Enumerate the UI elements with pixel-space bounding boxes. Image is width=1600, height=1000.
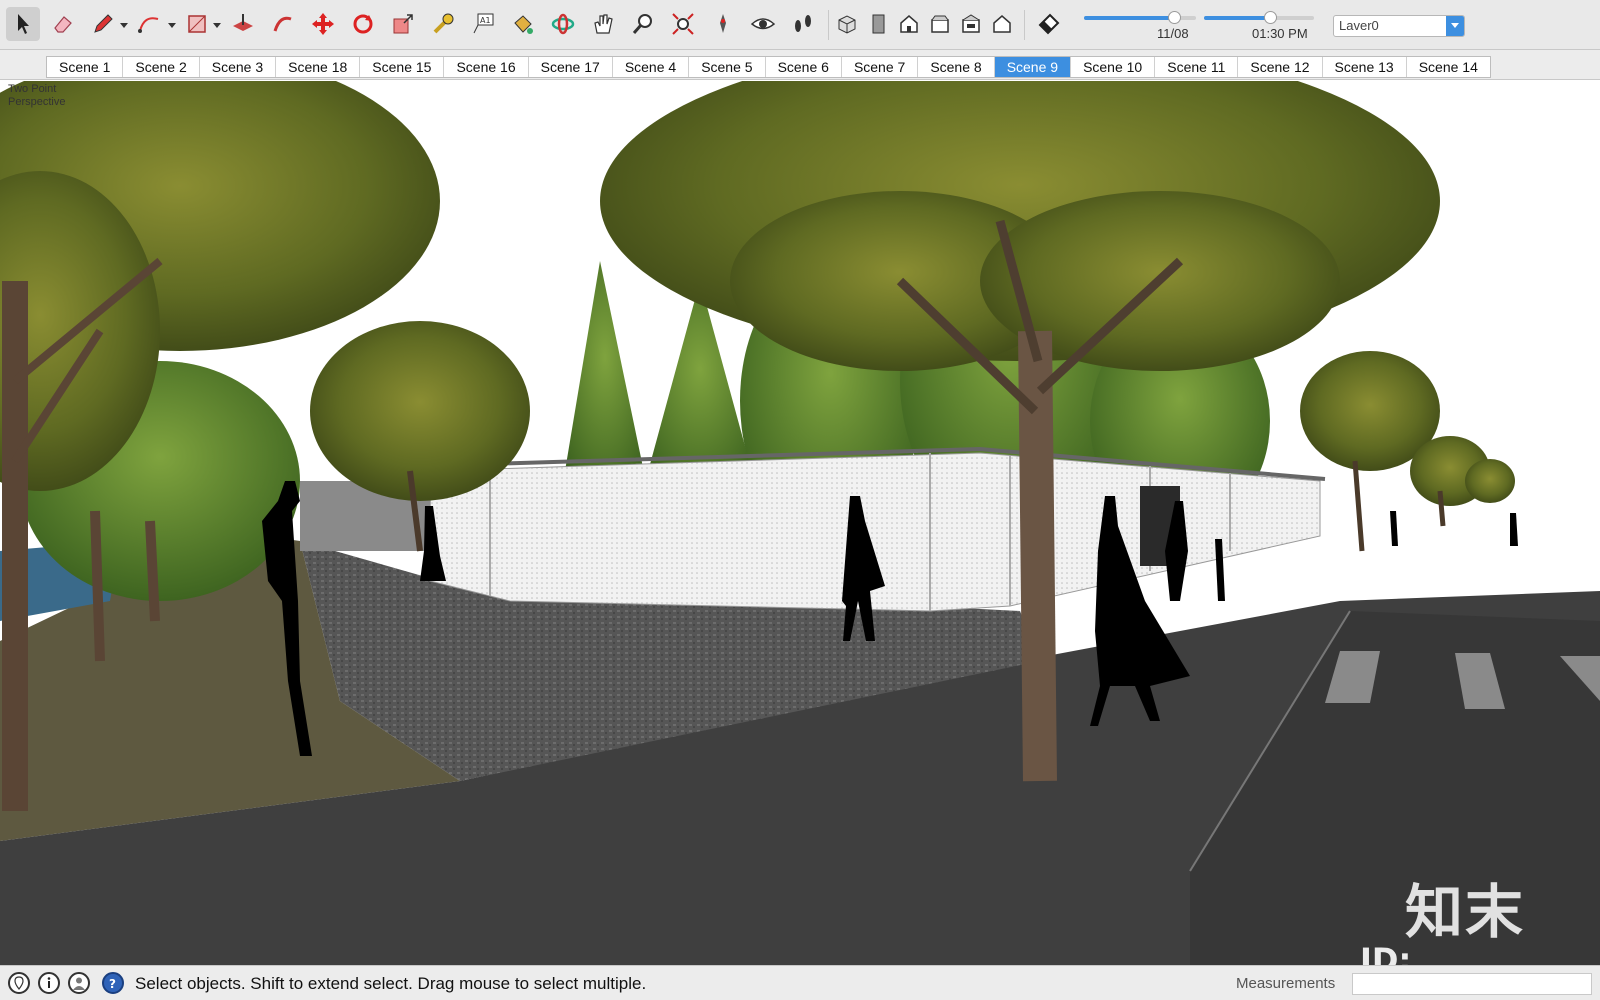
pencil-icon[interactable] bbox=[86, 7, 120, 41]
zoom-extents-icon[interactable] bbox=[666, 7, 700, 41]
walk-footprints-icon[interactable] bbox=[786, 7, 820, 41]
measurements-input[interactable] bbox=[1352, 973, 1592, 995]
model-viewport[interactable]: Two Point Perspective 知末 ID: 1179173361 bbox=[0, 81, 1600, 965]
position-camera-icon[interactable] bbox=[706, 7, 740, 41]
layer-select-value: Laver0 bbox=[1339, 18, 1379, 33]
toolbar-separator bbox=[828, 10, 829, 40]
scene-tab[interactable]: Scene 17 bbox=[529, 57, 613, 77]
scene-tab[interactable]: Scene 10 bbox=[1071, 57, 1156, 77]
pan-hand-icon[interactable] bbox=[586, 7, 620, 41]
zoom-icon[interactable] bbox=[626, 7, 660, 41]
measurements-label: Measurements bbox=[1236, 975, 1336, 992]
scene-tab[interactable]: Scene 14 bbox=[1407, 57, 1490, 77]
status-message: Select objects. Shift to extend select. … bbox=[135, 974, 647, 993]
tape-measure-icon[interactable] bbox=[426, 7, 460, 41]
scene-tab[interactable]: Scene 1 bbox=[47, 57, 124, 77]
date-slider-fill bbox=[1084, 16, 1174, 20]
arc-icon[interactable] bbox=[132, 7, 166, 41]
rotate-icon[interactable] bbox=[346, 7, 380, 41]
layer-select[interactable]: Laver0 bbox=[1333, 15, 1465, 37]
svg-text:A1: A1 bbox=[480, 16, 491, 25]
section-plane-icon[interactable] bbox=[1032, 7, 1066, 41]
scene-tab[interactable]: Scene 4 bbox=[613, 57, 690, 77]
toolbar-separator bbox=[1024, 10, 1025, 40]
push-pull-icon[interactable] bbox=[226, 7, 260, 41]
follow-me-icon[interactable] bbox=[266, 7, 300, 41]
toolbar: A1 11/08 01:30 PM Laver0 bbox=[0, 0, 1600, 50]
scene-tab-bar: Scene 1 Scene 2 Scene 3 Scene 18 Scene 15 Sce… bbox=[0, 50, 1600, 80]
chevron-down-icon[interactable] bbox=[213, 23, 221, 28]
text-icon[interactable]: A1 bbox=[466, 7, 500, 41]
time-slider-fill bbox=[1204, 16, 1270, 20]
scene-tabs: Scene 1 Scene 2 Scene 3 Scene 18 Scene 15 Sce… bbox=[46, 56, 1491, 78]
scene-tab[interactable]: Scene 9 bbox=[994, 57, 1072, 77]
geo-location-icon[interactable] bbox=[8, 972, 30, 994]
scene-tab[interactable]: Scene 11 bbox=[1155, 57, 1239, 77]
scene-render bbox=[0, 81, 1600, 965]
scene-tab[interactable]: Scene 2 bbox=[123, 57, 200, 77]
select-tool-icon[interactable] bbox=[6, 7, 40, 41]
scene-tab[interactable]: Scene 18 bbox=[276, 57, 361, 77]
user-account-icon[interactable] bbox=[68, 972, 90, 994]
front-view-house-icon[interactable] bbox=[894, 7, 924, 41]
svg-text:?: ? bbox=[109, 977, 116, 991]
time-slider-knob[interactable] bbox=[1264, 11, 1277, 24]
date-slider-knob[interactable] bbox=[1167, 11, 1181, 24]
rectangle-icon[interactable] bbox=[180, 7, 214, 41]
help-icon[interactable]: ? bbox=[102, 972, 124, 994]
scene-tab[interactable]: Scene 13 bbox=[1323, 57, 1407, 77]
status-bar: ? Select objects. Shift to extend select… bbox=[0, 965, 1600, 1000]
scene-tab[interactable]: Scene 8 bbox=[918, 57, 995, 77]
back-view-icon[interactable] bbox=[956, 7, 986, 41]
chevron-down-icon[interactable] bbox=[1446, 16, 1464, 36]
move-icon[interactable] bbox=[306, 7, 340, 41]
scene-tab[interactable]: Scene 12 bbox=[1238, 57, 1323, 77]
scene-tab[interactable]: Scene 3 bbox=[200, 57, 277, 77]
left-view-icon[interactable] bbox=[987, 7, 1017, 41]
shadow-date-slider[interactable] bbox=[1084, 11, 1196, 24]
scene-tab[interactable]: Scene 6 bbox=[766, 57, 842, 77]
date-label: 11/08 bbox=[1157, 26, 1189, 41]
orbit-icon[interactable] bbox=[546, 7, 580, 41]
look-around-eye-icon[interactable] bbox=[746, 7, 780, 41]
scene-tab[interactable]: Scene 7 bbox=[842, 57, 919, 77]
time-label: 01:30 PM bbox=[1252, 26, 1308, 41]
iso-view-icon[interactable] bbox=[832, 7, 862, 41]
right-view-icon[interactable] bbox=[925, 7, 955, 41]
top-view-icon[interactable] bbox=[863, 7, 893, 41]
perspective-label: Two Point Perspective bbox=[8, 83, 66, 108]
chevron-down-icon[interactable] bbox=[168, 23, 176, 28]
credits-info-icon[interactable] bbox=[38, 972, 60, 994]
watermark-id: ID: 1179173361 bbox=[1360, 941, 1412, 965]
scene-tab[interactable]: Scene 5 bbox=[689, 57, 766, 77]
shadow-time-slider[interactable] bbox=[1204, 11, 1314, 24]
scale-icon[interactable] bbox=[386, 7, 420, 41]
eraser-icon[interactable] bbox=[46, 7, 80, 41]
scene-tab[interactable]: Scene 15 bbox=[360, 57, 445, 77]
paint-bucket-icon[interactable] bbox=[506, 7, 540, 41]
chevron-down-icon[interactable] bbox=[120, 23, 128, 28]
watermark-logo: 知末 bbox=[1405, 878, 1526, 946]
scene-tab[interactable]: Scene 16 bbox=[444, 57, 529, 77]
